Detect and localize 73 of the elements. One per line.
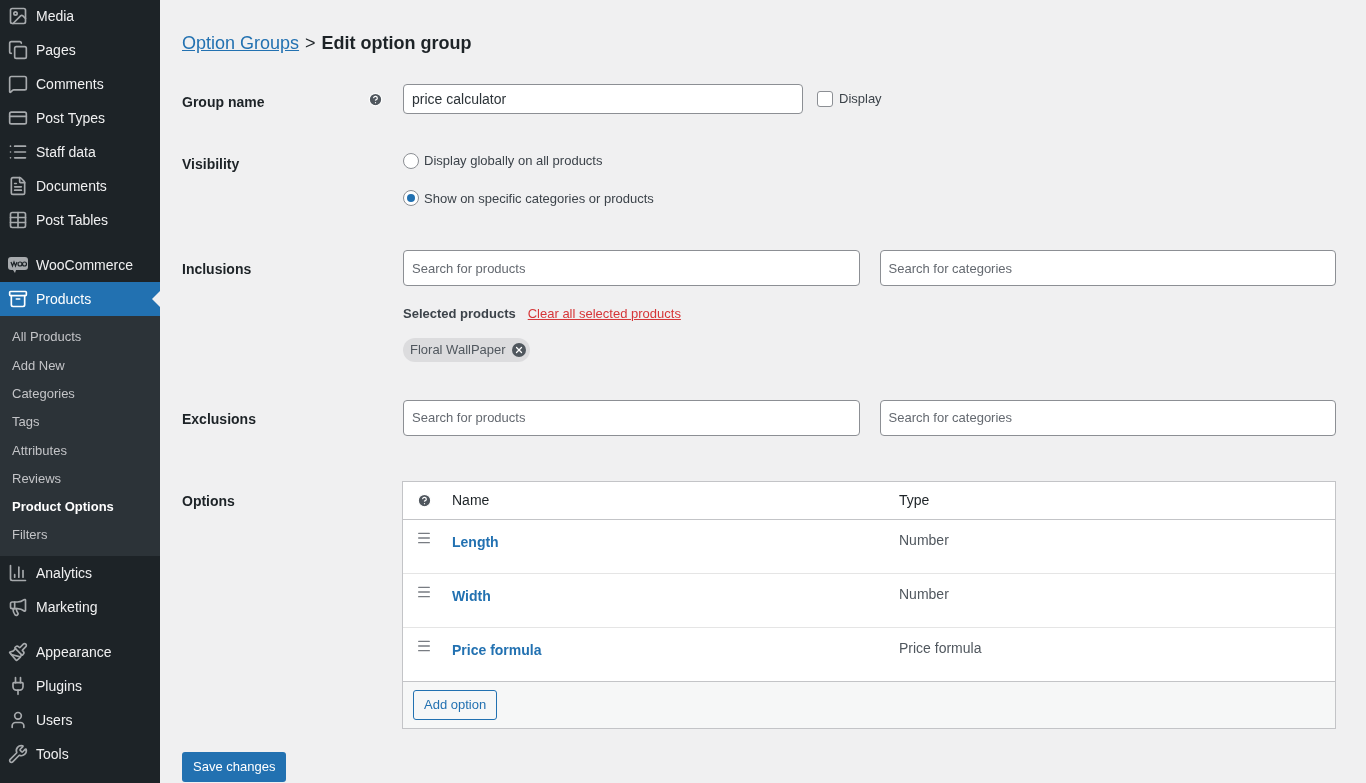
clear-link[interactable]: Clear all selected products (527, 304, 681, 324)
menu-item[interactable]: Marketing (0, 590, 160, 625)
search-field[interactable]: Search for categories (879, 399, 1336, 436)
option-type: Number (899, 530, 949, 550)
breadcrumb-separator: > (305, 31, 316, 55)
field-label: Visibility (182, 156, 240, 172)
search-field[interactable]: Search for products (403, 250, 860, 286)
menu-item[interactable]: Appearance (0, 635, 160, 670)
help-icon (368, 92, 383, 107)
menu-item[interactable]: Users (0, 703, 160, 738)
remove-icon[interactable] (511, 342, 526, 357)
radio-label: Show on specific categories or products (424, 189, 654, 208)
column-header: Name (452, 490, 491, 510)
menu-item[interactable]: Plugins (0, 669, 160, 704)
media-icon (8, 6, 28, 26)
card-icon (8, 108, 28, 128)
display-checkbox[interactable] (817, 91, 833, 107)
submenu-item[interactable]: All Products (0, 323, 160, 352)
wrench-icon (8, 744, 28, 765)
checkbox-label: Display (839, 90, 882, 109)
menu-item[interactable]: Products (0, 282, 160, 316)
submenu-item[interactable]: Filters (0, 521, 160, 550)
radio-button[interactable] (403, 152, 419, 169)
submenu-item[interactable]: Tags (0, 407, 160, 437)
paintbrush-icon (8, 642, 28, 663)
submenu-item[interactable]: Reviews (0, 464, 160, 493)
document-icon (8, 176, 28, 196)
pages-icon (8, 40, 28, 60)
submenu-item[interactable]: Attributes (0, 436, 160, 465)
menu-item[interactable]: Documents (0, 169, 160, 203)
save-button[interactable]: Save changes (182, 751, 287, 782)
menu-item[interactable]: Analytics (0, 556, 160, 591)
pointer-icon (152, 291, 160, 307)
submenu-item[interactable]: Categories (0, 379, 160, 408)
group-name-field[interactable]: price calculator (403, 84, 803, 114)
field-label: Inclusions (182, 261, 252, 277)
option-name-link[interactable]: Length (452, 533, 499, 550)
menu-item[interactable]: Pages (0, 33, 160, 67)
box-icon (8, 289, 28, 309)
bar-chart-icon (8, 563, 28, 584)
option-name-link[interactable]: Price formula (452, 641, 542, 658)
submenu-item[interactable]: Product Options (0, 492, 160, 522)
help-icon (417, 492, 432, 508)
menu-item[interactable]: Post Tables (0, 203, 160, 237)
radio-button[interactable] (403, 190, 419, 207)
megaphone-icon (8, 597, 28, 618)
search-field[interactable]: Search for products (403, 399, 860, 436)
option-type: Price formula (899, 638, 982, 658)
option-type: Number (899, 584, 949, 604)
user-icon (8, 710, 28, 731)
table-icon (8, 210, 28, 230)
speech-bubble-icon (8, 74, 28, 94)
breadcrumb-link[interactable]: Option Groups (182, 29, 300, 57)
field-label: Options (182, 492, 235, 509)
add-option-button[interactable]: Add option (413, 689, 498, 720)
product-chip: Floral WallPaper (403, 337, 530, 362)
menu-item[interactable]: Media (0, 0, 160, 33)
menu-item[interactable]: Staff data (0, 135, 160, 169)
menu-item[interactable]: Comments (0, 67, 160, 101)
submenu-item[interactable]: Add New (0, 351, 160, 380)
option-name-link[interactable]: Width (452, 587, 491, 604)
woo-icon (8, 257, 28, 273)
search-field[interactable]: Search for categories (879, 250, 1336, 286)
radio-label: Display globally on all products (424, 152, 603, 170)
field-label: Exclusions (182, 410, 256, 427)
page-title: Edit option group (321, 31, 472, 55)
selected-products-label: Selected products (403, 305, 516, 323)
menu-item[interactable]: WooCommerce (0, 248, 160, 282)
menu-item[interactable]: Tools (0, 737, 160, 772)
menu-item[interactable]: Post Types (0, 101, 160, 135)
list-icon (8, 142, 28, 162)
field-label: Group name (182, 93, 265, 112)
column-header: Type (899, 490, 930, 510)
